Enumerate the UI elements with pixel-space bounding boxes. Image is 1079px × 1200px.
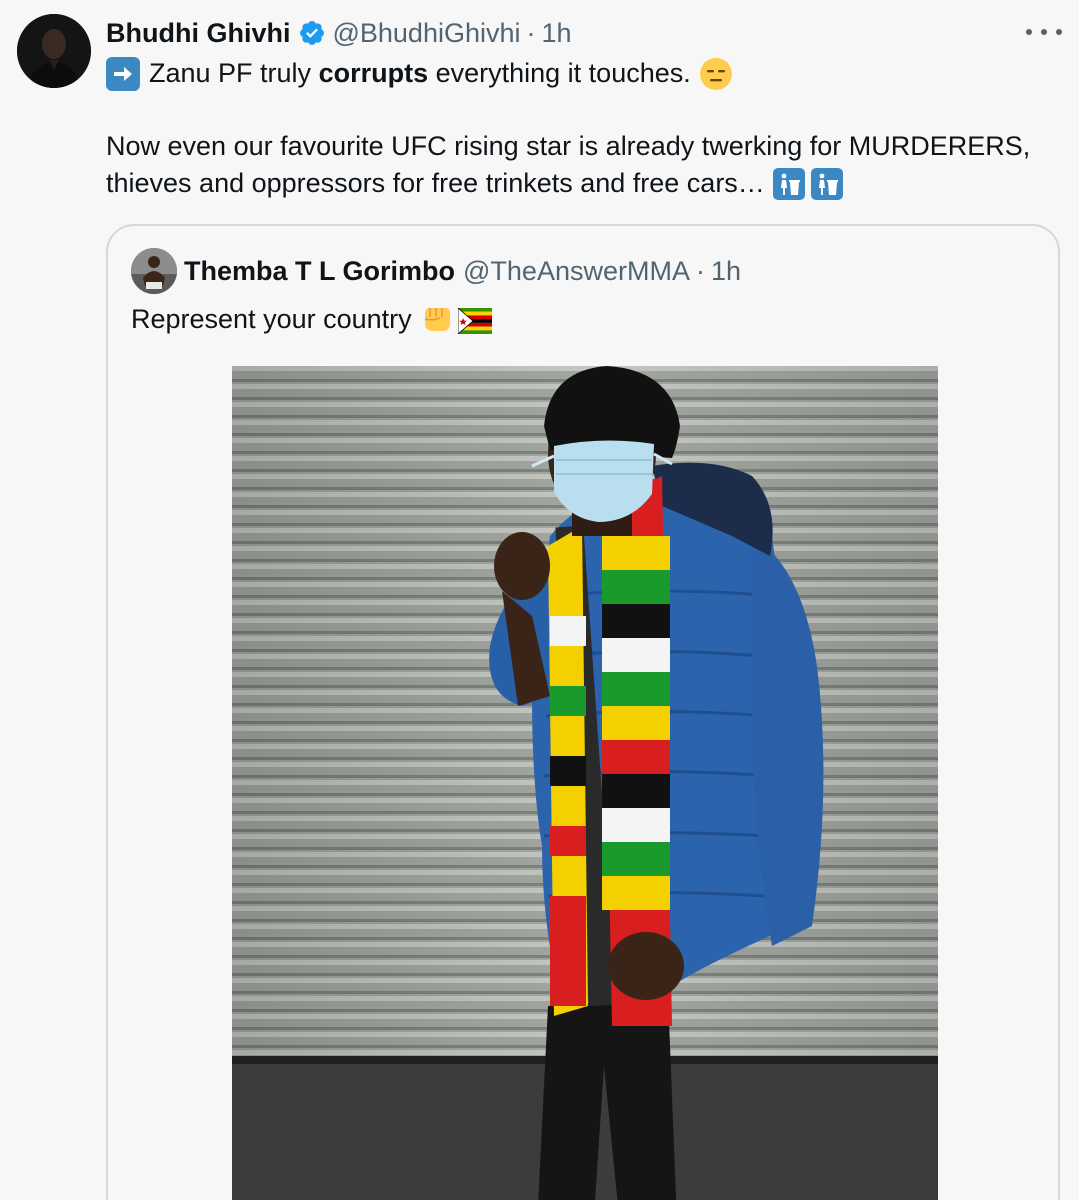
tweet[interactable]: Bhudhi Ghivhi @BhudhiGhivhi · 1h Zanu PF… bbox=[0, 0, 1079, 1200]
tweet-line-3-text: thieves and oppressors for free trinkets… bbox=[106, 168, 765, 198]
author-name[interactable]: Bhudhi Ghivhi bbox=[106, 18, 290, 49]
tweet-line-1-end: everything it touches. bbox=[428, 58, 691, 88]
quoted-tweet-text: Represent your country bbox=[131, 300, 492, 338]
quoted-author-name[interactable]: Themba T L Gorimbo bbox=[184, 256, 455, 287]
tweet-text: Zanu PF truly corrupts everything it tou… bbox=[106, 55, 1066, 202]
expressionless-face-icon bbox=[699, 57, 733, 91]
author-avatar[interactable] bbox=[17, 14, 91, 88]
tweet-line-3: thieves and oppressors for free trinkets… bbox=[106, 165, 1066, 202]
tweet-header: Bhudhi Ghivhi @BhudhiGhivhi · 1h bbox=[106, 14, 572, 52]
oncoming-fist-icon bbox=[420, 302, 454, 336]
timestamp[interactable]: 1h bbox=[542, 18, 572, 49]
tweet-line-2: Now even our favourite UFC rising star i… bbox=[106, 131, 1031, 161]
quoted-tweet-text-content: Represent your country bbox=[131, 304, 412, 334]
put-litter-in-bin-icon bbox=[772, 167, 805, 200]
zimbabwe-flag-icon bbox=[457, 306, 492, 335]
verified-badge-icon bbox=[298, 19, 326, 47]
tweet-line-1-start: Zanu PF truly bbox=[149, 58, 319, 88]
quoted-separator-dot: · bbox=[695, 255, 705, 286]
quoted-author-handle[interactable]: @TheAnswerMMA bbox=[463, 256, 690, 287]
more-icon[interactable] bbox=[1026, 18, 1062, 46]
author-handle[interactable]: @BhudhiGhivhi bbox=[332, 18, 520, 49]
tweet-line-1-bold: corrupts bbox=[318, 58, 429, 88]
quoted-timestamp[interactable]: 1h bbox=[711, 256, 741, 287]
quoted-tweet-header: Themba T L Gorimbo @TheAnswerMMA · 1h bbox=[184, 250, 741, 292]
quoted-tweet[interactable]: Themba T L Gorimbo @TheAnswerMMA · 1h Re… bbox=[106, 224, 1060, 1200]
separator-dot: · bbox=[526, 17, 536, 48]
put-litter-in-bin-icon bbox=[810, 167, 843, 200]
quoted-author-avatar[interactable] bbox=[131, 248, 177, 294]
tweet-photo[interactable] bbox=[232, 366, 938, 1200]
arrow-right-icon bbox=[106, 56, 140, 91]
tweet-line-1: Zanu PF truly corrupts everything it tou… bbox=[106, 55, 1066, 92]
